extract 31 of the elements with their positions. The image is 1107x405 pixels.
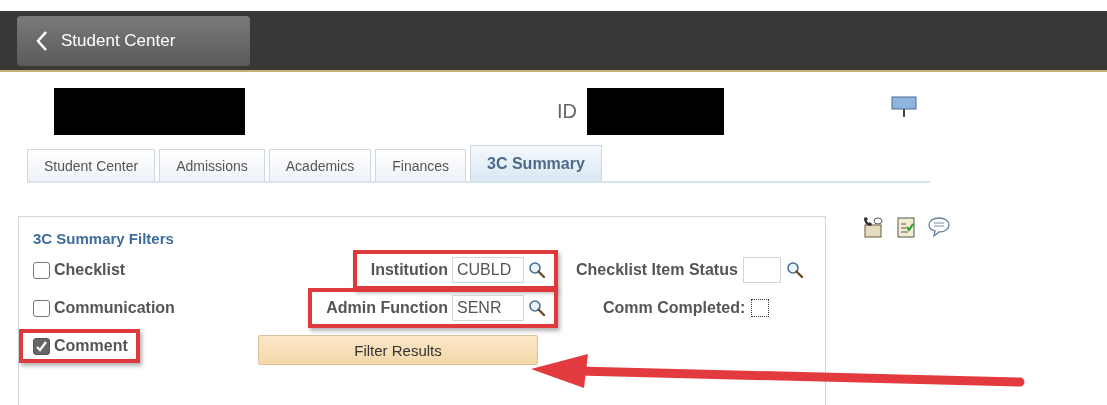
field-label: Checklist Item Status — [576, 261, 738, 279]
checkbox-label: Comment — [54, 337, 128, 355]
input-field[interactable] — [742, 257, 781, 283]
chevron-left-icon — [35, 29, 49, 52]
tab[interactable]: Student Center — [27, 149, 156, 181]
phone-mail-icon[interactable] — [862, 216, 884, 238]
field-label: Institution — [370, 261, 448, 279]
filter-results-button[interactable]: Filter Results — [258, 335, 538, 365]
checkbox[interactable] — [33, 337, 50, 355]
back-button[interactable]: Student Center — [17, 15, 250, 66]
tab[interactable]: Finances — [375, 149, 467, 181]
presentation-icon[interactable] — [891, 95, 917, 119]
checkbox[interactable] — [33, 261, 50, 279]
checkbox-label: Comm Completed: — [603, 299, 746, 317]
tab[interactable]: Admissions — [159, 149, 265, 181]
checklist-icon[interactable] — [897, 216, 915, 238]
search-icon[interactable] — [785, 261, 804, 279]
panel-title: 3C Summary Filters — [33, 230, 175, 247]
tab[interactable]: Academics — [268, 149, 372, 181]
checkbox-label: Checklist — [54, 261, 126, 279]
input-field[interactable]: SENR — [452, 295, 524, 321]
id-label: ID — [557, 99, 577, 123]
speech-bubble-icon[interactable] — [928, 216, 950, 238]
search-icon[interactable] — [528, 261, 546, 279]
field-label: Admin Function — [326, 299, 448, 317]
search-icon[interactable] — [528, 299, 546, 317]
input-field[interactable]: CUBLD — [452, 257, 524, 283]
checkbox[interactable] — [751, 299, 770, 317]
checkbox-label: Communication — [54, 299, 175, 317]
tab[interactable]: 3C Summary — [470, 145, 602, 181]
checkbox[interactable] — [33, 299, 50, 317]
